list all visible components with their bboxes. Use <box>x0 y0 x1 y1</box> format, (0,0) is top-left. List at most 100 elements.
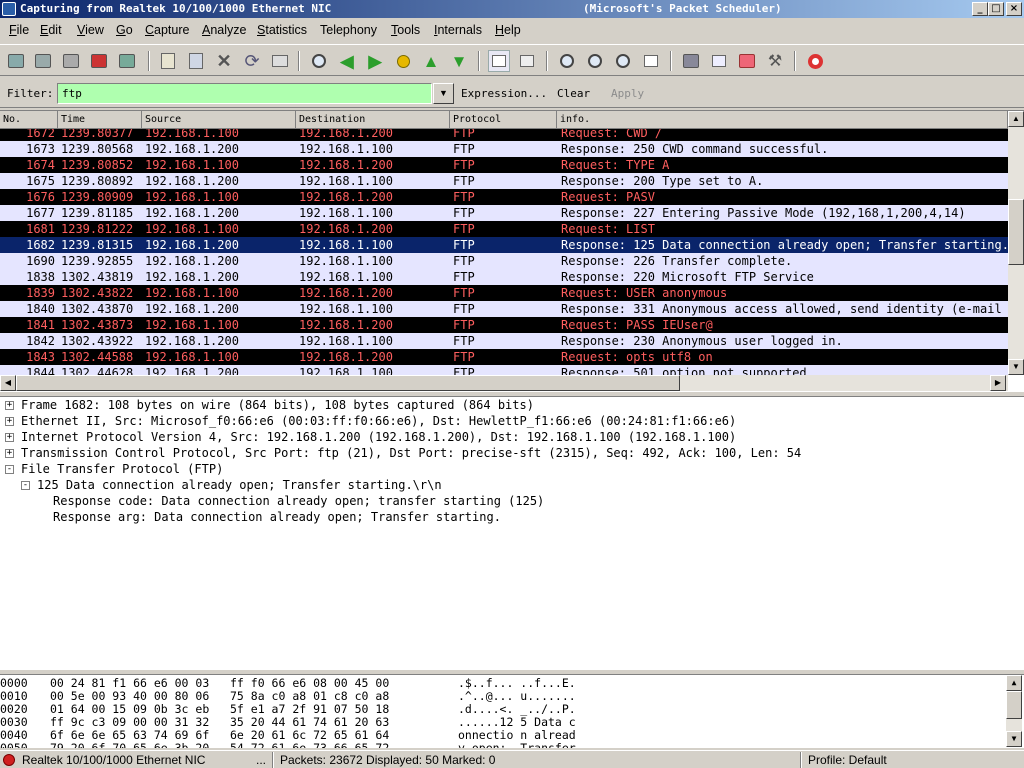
column-header-time[interactable]: Time <box>58 111 142 129</box>
column-header-destination[interactable]: Destination <box>296 111 450 129</box>
scroll-left-button[interactable]: ◀ <box>0 375 16 391</box>
menu-edit[interactable]: Edit <box>40 23 62 37</box>
expand-plus-icon[interactable]: + <box>5 433 14 442</box>
menu-capture[interactable]: Capture <box>145 23 189 37</box>
stop-capture-button[interactable] <box>88 50 110 72</box>
packet-protocol: FTP <box>453 350 475 364</box>
filter-history-dropdown[interactable]: ▼ <box>433 83 454 104</box>
packet-destination: 192.168.1.200 <box>299 158 393 172</box>
preferences-button[interactable]: ⚒ <box>764 50 786 72</box>
packet-list-vscrollbar[interactable]: ▲ ▼ <box>1008 111 1024 375</box>
save-file-button[interactable] <box>185 50 207 72</box>
packet-protocol: FTP <box>453 318 475 332</box>
packet-list-hscroll-thumb[interactable] <box>16 375 680 391</box>
column-header-no[interactable]: No. <box>0 111 58 129</box>
go-first-button[interactable]: ▲ <box>420 50 442 72</box>
packet-list-scroll-thumb[interactable] <box>1008 199 1024 265</box>
scroll-down-button[interactable]: ▼ <box>1008 359 1024 375</box>
packet-row[interactable]: 1681 1239.81222 192.168.1.100 192.168.1.200… <box>0 221 1008 237</box>
bytes-scroll-thumb[interactable] <box>1006 691 1022 719</box>
packet-row[interactable]: 1842 1302.43922 192.168.1.200 192.168.1.100… <box>0 333 1008 349</box>
print-button[interactable] <box>269 50 291 72</box>
capture-filters-button[interactable] <box>680 50 702 72</box>
go-last-button[interactable]: ▼ <box>448 50 470 72</box>
status-profile[interactable]: Profile: Default <box>808 752 887 768</box>
menu-tools[interactable]: Tools <box>391 23 420 37</box>
arrow-left-icon: ◀ <box>340 51 354 71</box>
go-back-button[interactable]: ◀ <box>336 50 358 72</box>
minimize-button[interactable]: _ <box>972 2 988 16</box>
interface-list-button[interactable] <box>5 50 27 72</box>
menu-internals[interactable]: Internals <box>434 23 482 37</box>
packet-row[interactable]: 1673 1239.80568 192.168.1.200 192.168.1.100… <box>0 141 1008 157</box>
resize-columns-button[interactable] <box>640 50 662 72</box>
column-header-info[interactable]: info. <box>557 111 1008 129</box>
bytes-scroll-down-button[interactable]: ▼ <box>1006 731 1022 747</box>
capture-options-button[interactable] <box>32 50 54 72</box>
menu-telephony[interactable]: Telephony <box>320 23 377 37</box>
menu-statistics[interactable]: Statistics <box>257 23 307 37</box>
zoom-in-button[interactable] <box>556 50 578 72</box>
open-file-button[interactable] <box>157 50 179 72</box>
menu-go[interactable]: Go <box>116 23 133 37</box>
packet-row[interactable]: 1843 1302.44588 192.168.1.100 192.168.1.200… <box>0 349 1008 365</box>
bytes-vscrollbar[interactable]: ▲ ▼ <box>1006 675 1022 747</box>
scroll-right-button[interactable]: ▶ <box>990 375 1006 391</box>
close-file-button[interactable]: ✕ <box>213 50 235 72</box>
column-header-protocol[interactable]: Protocol <box>450 111 557 129</box>
packet-row[interactable]: 1690 1239.92855 192.168.1.200 192.168.1.100… <box>0 253 1008 269</box>
zoom-normal-button[interactable] <box>612 50 634 72</box>
help-button[interactable] <box>804 50 826 72</box>
packet-row[interactable]: 1840 1302.43870 192.168.1.200 192.168.1.100… <box>0 301 1008 317</box>
go-forward-button[interactable]: ▶ <box>364 50 386 72</box>
packet-row[interactable]: 1675 1239.80892 192.168.1.200 192.168.1.100… <box>0 173 1008 189</box>
filter-clear-button[interactable]: Clear <box>557 87 590 100</box>
menu-analyze[interactable]: Analyze <box>202 23 246 37</box>
expand-plus-icon[interactable]: + <box>5 417 14 426</box>
packet-destination: 192.168.1.200 <box>299 350 393 364</box>
zoom-out-button[interactable] <box>584 50 606 72</box>
close-button[interactable]: × <box>1006 2 1022 16</box>
packet-destination: 192.168.1.100 <box>299 302 393 316</box>
zoom-normal-icon <box>616 54 630 68</box>
interface-list-icon <box>8 54 24 68</box>
capture-status-icon[interactable] <box>3 754 15 766</box>
coloring-rules-button[interactable] <box>736 50 758 72</box>
menu-help[interactable]: Help <box>495 23 521 37</box>
expand-plus-icon[interactable]: + <box>5 449 14 458</box>
packet-protocol: FTP <box>453 238 475 252</box>
packet-row[interactable]: 1841 1302.43873 192.168.1.100 192.168.1.200… <box>0 317 1008 333</box>
expand-plus-icon[interactable]: + <box>5 401 14 410</box>
packet-row-selected[interactable]: 1682 1239.81315 192.168.1.200 192.168.1.100… <box>0 237 1008 253</box>
packet-time: 1239.80909 <box>61 190 134 204</box>
filter-expression-button[interactable]: Expression... <box>461 87 547 100</box>
packet-number: 1690 <box>26 254 55 268</box>
bytes-scroll-up-button[interactable]: ▲ <box>1006 675 1022 691</box>
auto-scroll-icon <box>520 55 534 67</box>
packet-row[interactable]: 1674 1239.80852 192.168.1.100 192.168.1.200… <box>0 157 1008 173</box>
find-packet-button[interactable] <box>308 50 330 72</box>
start-capture-button[interactable] <box>60 50 82 72</box>
display-filters-button[interactable] <box>708 50 730 72</box>
maximize-button[interactable]: □ <box>988 2 1004 16</box>
reload-button[interactable]: ⟳ <box>241 50 263 72</box>
packet-row[interactable]: 1676 1239.80909 192.168.1.100 192.168.1.200… <box>0 189 1008 205</box>
menu-view[interactable]: View <box>77 23 104 37</box>
scroll-up-button[interactable]: ▲ <box>1008 111 1024 127</box>
go-to-packet-button[interactable] <box>392 50 414 72</box>
status-ellipsis[interactable]: ... <box>256 752 266 768</box>
filter-apply-button[interactable]: Apply <box>611 87 644 100</box>
restart-capture-button[interactable] <box>116 50 138 72</box>
packet-list-hscrollbar[interactable]: ◀ ▶ <box>0 375 1008 391</box>
packet-row[interactable]: 1839 1302.43822 192.168.1.100 192.168.1.200… <box>0 285 1008 301</box>
colorize-button[interactable] <box>488 50 510 72</box>
packet-row[interactable]: 1838 1302.43819 192.168.1.200 192.168.1.100… <box>0 269 1008 285</box>
menu-file[interactable]: File <box>9 23 29 37</box>
column-header-source[interactable]: Source <box>142 111 296 129</box>
collapse-minus-icon[interactable]: - <box>21 481 30 490</box>
collapse-minus-icon[interactable]: - <box>5 465 14 474</box>
packet-destination: 192.168.1.200 <box>299 190 393 204</box>
display-filter-input[interactable]: ftp <box>57 83 432 104</box>
auto-scroll-button[interactable] <box>516 50 538 72</box>
packet-row[interactable]: 1677 1239.81185 192.168.1.200 192.168.1.100… <box>0 205 1008 221</box>
